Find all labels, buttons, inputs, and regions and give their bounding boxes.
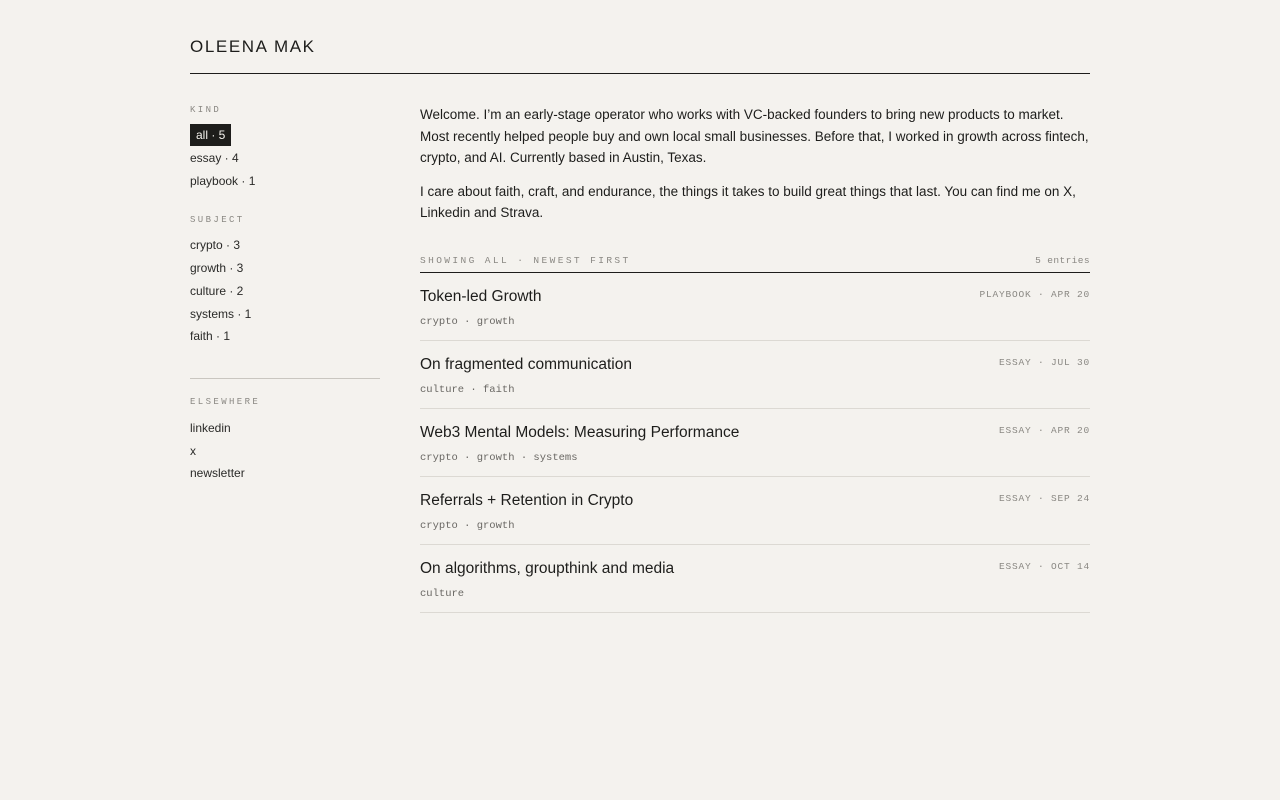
filter-subject-systems[interactable]: systems · 1 — [190, 307, 251, 321]
entry-title[interactable]: On fragmented communication — [420, 356, 632, 374]
entry-title[interactable]: Referrals + Retention in Crypto — [420, 492, 633, 510]
intro-paragraph: I care about faith, craft, and endurance… — [420, 183, 1076, 221]
sidebar-divider — [190, 378, 380, 379]
filter-subject-crypto[interactable]: crypto · 3 — [190, 238, 240, 252]
entry-tags: culture · faith — [420, 384, 515, 396]
filter-subject-faith[interactable]: faith · 1 — [190, 329, 230, 343]
filter-kind-playbook[interactable]: playbook · 1 — [190, 174, 255, 188]
entry-title[interactable]: Token-led Growth — [420, 288, 541, 306]
entry-meta: ESSAY · APR 20 — [998, 425, 1090, 436]
entry-row[interactable]: Web3 Mental Models: Measuring Performanc… — [420, 409, 1090, 477]
filter-subject-growth[interactable]: growth · 3 — [190, 261, 243, 275]
entry-row[interactable]: Token-led Growth PLAYBOOK · APR 20 crypt… — [420, 273, 1090, 341]
link-x[interactable]: x — [190, 444, 196, 458]
entry-row[interactable]: On fragmented communication ESSAY · JUL … — [420, 341, 1090, 409]
subject-heading: SUBJECT — [190, 215, 245, 225]
intro: Welcome. I’m an early-stage operator who… — [420, 104, 1090, 224]
list-header: SHOWING ALL · NEWEST FIRST 5 entries — [420, 250, 1090, 273]
entry-meta: ESSAY · JUL 30 — [998, 357, 1090, 368]
entry-tags: crypto · growth · systems — [420, 452, 578, 464]
entry-count: 5 entries — [1035, 255, 1090, 266]
page: OLEENA MAK KIND all · 5 essay · 4 playbo… — [190, 0, 1090, 613]
site-title[interactable]: OLEENA MAK — [190, 37, 316, 57]
entry-tags: crypto · growth — [420, 520, 515, 532]
entry-row[interactable]: On algorithms, groupthink and media ESSA… — [420, 545, 1090, 613]
kind-heading: KIND — [190, 105, 222, 115]
entry-title[interactable]: On algorithms, groupthink and media — [420, 560, 674, 578]
entry-meta: PLAYBOOK · APR 20 — [979, 289, 1090, 300]
site-header: OLEENA MAK — [190, 0, 1090, 74]
elsewhere-heading: ELSEWHERE — [190, 397, 261, 407]
entry-row[interactable]: Referrals + Retention in Crypto ESSAY · … — [420, 477, 1090, 545]
entry-tags: crypto · growth — [420, 316, 515, 328]
filter-kind-all[interactable]: all · 5 — [190, 124, 232, 146]
entry-tags: culture — [420, 588, 465, 600]
entry-title[interactable]: Web3 Mental Models: Measuring Performanc… — [420, 424, 739, 442]
link-newsletter[interactable]: newsletter — [190, 466, 245, 480]
entry-list: Token-led Growth PLAYBOOK · APR 20 crypt… — [420, 273, 1090, 613]
list-status: SHOWING ALL · NEWEST FIRST — [420, 255, 631, 266]
filter-kind-essay[interactable]: essay · 4 — [190, 151, 239, 165]
filter-subject-culture[interactable]: culture · 2 — [190, 284, 243, 298]
intro-paragraph: Welcome. I’m an early-stage operator who… — [420, 107, 1089, 165]
entry-meta: ESSAY · OCT 14 — [998, 561, 1090, 572]
link-linkedin[interactable]: linkedin — [190, 421, 231, 435]
entry-meta: ESSAY · SEP 24 — [998, 493, 1090, 504]
